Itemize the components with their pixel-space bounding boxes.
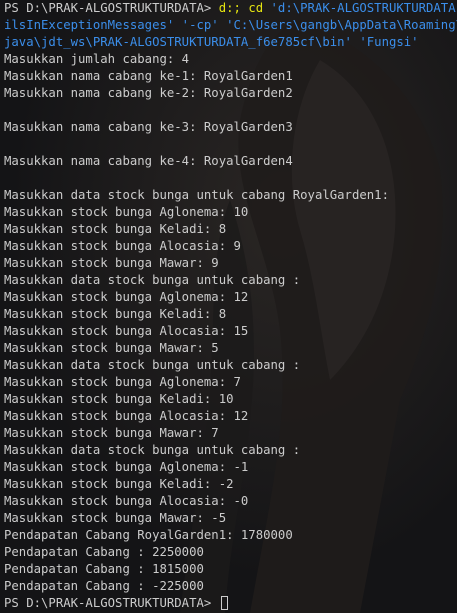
output-line: Masukkan nama cabang ke-4: RoyalGarden4	[4, 154, 293, 168]
output-line: Masukkan stock bunga Alocasia: 9	[4, 239, 241, 253]
final-prompt: PS D:\PRAK-ALGOSTRUKTURDATA>	[4, 596, 219, 610]
command-text-path: 'd:\PRAK-ALGOSTRUKTURDATA';	[270, 1, 457, 15]
output-line: Masukkan stock bunga Aglonema: 7	[4, 375, 241, 389]
output-line: Masukkan stock bunga Mawar: 5	[4, 341, 219, 355]
command-line-3: java\jdt_ws\PRAK-ALGOSTRUKTURDATA_f6e785…	[4, 35, 419, 49]
command-line-1: PS D:\PRAK-ALGOSTRUKTURDATA> d:; cd 'd:\…	[4, 0, 457, 17]
output-line: Masukkan stock bunga Keladi: 8	[4, 307, 227, 321]
text-cursor	[220, 596, 228, 610]
output-line: Pendapatan Cabang : 2250000	[4, 545, 204, 559]
output-line: Masukkan stock bunga Mawar: 9	[4, 256, 219, 270]
output-line: Masukkan jumlah cabang: 4	[4, 52, 190, 66]
output-line: Masukkan stock bunga Aglonema: 10	[4, 205, 249, 219]
output-line: Masukkan stock bunga Alocasia: 12	[4, 409, 249, 423]
output-line: Masukkan stock bunga Alocasia: 15	[4, 324, 249, 338]
output-line: Masukkan stock bunga Keladi: 8	[4, 222, 227, 236]
output-line: Masukkan stock bunga Mawar: -5	[4, 511, 227, 525]
command-text-cd: d:; cd	[218, 1, 271, 15]
output-line: Pendapatan Cabang : 1815000	[4, 562, 204, 576]
prompt: PS D:\PRAK-ALGOSTRUKTURDATA>	[4, 1, 219, 15]
terminal-output[interactable]: PS D:\PRAK-ALGOSTRUKTURDATA> d:; cd 'd:\…	[0, 0, 457, 613]
final-prompt-line[interactable]: PS D:\PRAK-ALGOSTRUKTURDATA>	[4, 595, 457, 612]
output-line: Masukkan data stock bunga untuk cabang :	[4, 358, 301, 372]
output-line: Pendapatan Cabang : -225000	[4, 579, 204, 593]
output-line: Masukkan data stock bunga untuk cabang R…	[4, 188, 389, 202]
output-line: Masukkan nama cabang ke-1: RoyalGarden1	[4, 69, 293, 83]
output-line: Masukkan data stock bunga untuk cabang :	[4, 273, 301, 287]
output-line: Masukkan stock bunga Aglonema: 12	[4, 290, 249, 304]
command-line-2: ilsInExceptionMessages' '-cp' 'C:\Users\…	[4, 18, 457, 32]
output-line: Masukkan stock bunga Mawar: 7	[4, 426, 219, 440]
output-line: Masukkan data stock bunga untuk cabang :	[4, 443, 301, 457]
output-line: Masukkan stock bunga Keladi: 10	[4, 392, 234, 406]
output-line: Pendapatan Cabang RoyalGarden1: 1780000	[4, 528, 293, 542]
output-line: Masukkan stock bunga Alocasia: -0	[4, 494, 249, 508]
output-line: Masukkan stock bunga Aglonema: -1	[4, 460, 249, 474]
output-line: Masukkan nama cabang ke-2: RoyalGarden2	[4, 86, 293, 100]
output-line: Masukkan stock bunga Keladi: -2	[4, 477, 234, 491]
output-line: Masukkan nama cabang ke-3: RoyalGarden3	[4, 120, 293, 134]
